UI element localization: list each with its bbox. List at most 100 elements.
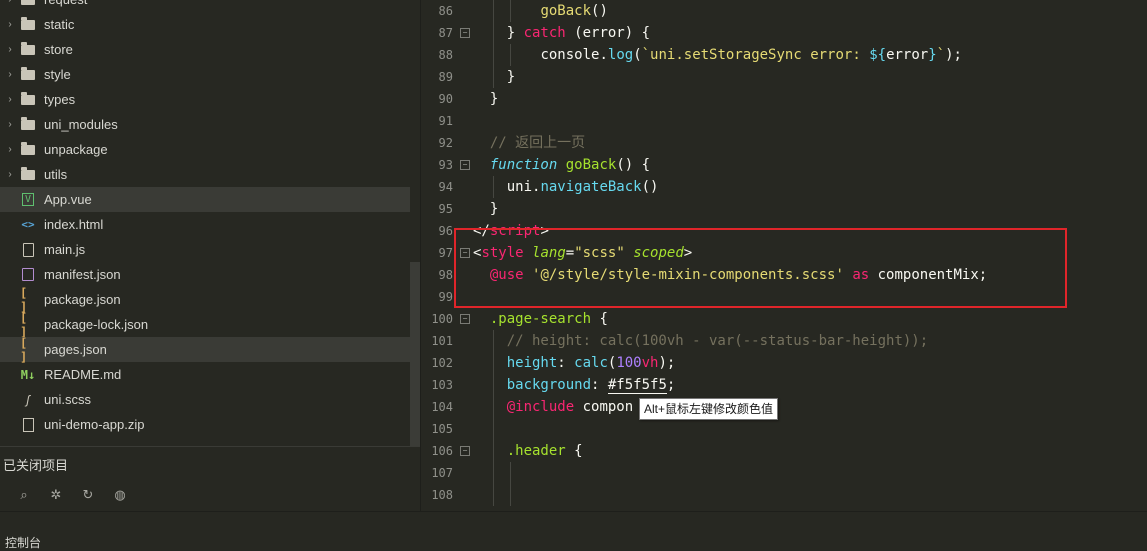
folder-item[interactable]: › uni_modules [0, 112, 410, 137]
code-line[interactable]: 95} [421, 198, 1147, 220]
code-line[interactable]: 104@include compon ); [421, 396, 1147, 418]
code-line[interactable]: 100− .page-search { [421, 308, 1147, 330]
line-number: 93 [438, 158, 453, 172]
line-number: 104 [431, 400, 453, 414]
code-line[interactable]: 93− function goBack() { [421, 154, 1147, 176]
fold-toggle-icon[interactable]: − [460, 160, 470, 170]
fold-toggle-icon[interactable]: − [460, 28, 470, 38]
folder-item[interactable]: › static [0, 12, 410, 37]
chevron-right-icon[interactable]: › [5, 69, 15, 80]
binoculars-icon[interactable]: ⌕ [16, 487, 32, 503]
fold-toggle-icon[interactable]: − [460, 446, 470, 456]
code-text: // 返回上一页 [490, 132, 585, 154]
chevron-right-icon[interactable]: › [5, 44, 15, 55]
code-token: .page-search [489, 311, 592, 327]
file-item[interactable]: [ ] package.json [0, 285, 410, 314]
file-item[interactable]: ʃ uni.scss [0, 387, 410, 412]
code-text: } catch (error) { [507, 22, 650, 44]
tree-item-label: App.vue [44, 192, 92, 207]
vue-file-icon-glyph: V [22, 193, 34, 206]
tree-item-label: package.json [44, 292, 121, 307]
file-item[interactable]: <> index.html [0, 212, 410, 237]
refresh-bug-icon[interactable]: ↻ [80, 487, 96, 503]
line-number: 90 [438, 92, 453, 106]
folder-icon [20, 66, 36, 82]
file-item[interactable]: uni-demo-app.zip [0, 412, 410, 437]
code-text: // height: calc(100vh - var(--status-bar… [507, 330, 928, 352]
chevron-right-icon[interactable]: › [5, 0, 15, 5]
chevron-right-icon[interactable]: › [5, 169, 15, 180]
console-label[interactable]: 控制台 [5, 534, 41, 551]
chevron-right-icon[interactable]: › [5, 119, 15, 130]
code-token: } [506, 25, 524, 41]
folder-icon-glyph [21, 166, 35, 180]
code-token: function [489, 157, 558, 173]
code-token: console [540, 47, 600, 63]
sidebar-scrollbar[interactable] [410, 262, 420, 447]
code-line[interactable]: 107 [421, 462, 1147, 484]
indent-guide [493, 418, 494, 440]
line-number: 102 [431, 356, 453, 370]
brackets-file-icon-glyph: [ ] [20, 310, 27, 339]
file-item[interactable]: [ ] pages.json [0, 336, 410, 364]
code-line[interactable]: 108 [421, 484, 1147, 506]
line-number: 94 [438, 180, 453, 194]
code-line[interactable]: 89} [421, 66, 1147, 88]
code-token: } [489, 201, 499, 217]
folder-item[interactable]: › store [0, 37, 410, 62]
code-token: @include [506, 399, 575, 415]
folder-item[interactable]: › style [0, 62, 410, 87]
code-token: : [591, 377, 608, 393]
folder-icon-glyph [21, 66, 35, 80]
tree-item-label: main.js [44, 242, 86, 257]
file-item[interactable]: V App.vue [0, 187, 410, 212]
brackets-file-icon-glyph: [ ] [20, 285, 27, 314]
code-token: error [886, 47, 929, 63]
code-line[interactable]: 106− .header { [421, 440, 1147, 462]
bug-icon[interactable]: ✲ [48, 487, 64, 503]
code-line[interactable]: 94 uni.navigateBack() [421, 176, 1147, 198]
code-text: console.log(`uni.setStorageSync error: $… [540, 44, 962, 66]
fold-toggle-icon[interactable]: − [460, 314, 470, 324]
file-item[interactable]: main.js [0, 237, 410, 262]
code-token: // height: calc(100vh - var(--status-bar… [506, 333, 929, 349]
folder-item[interactable]: › unpackage [0, 137, 410, 162]
code-line[interactable]: 90} [421, 88, 1147, 110]
file-item[interactable]: M↓ README.md [0, 362, 410, 387]
chevron-right-icon[interactable]: › [5, 19, 15, 30]
code-line[interactable]: 105 [421, 418, 1147, 440]
folder-icon [20, 41, 36, 57]
code-line[interactable]: 92 // 返回上一页 [421, 132, 1147, 154]
code-text: } [507, 66, 515, 88]
highlight-annotation-box [454, 228, 1067, 308]
tree-item-label: store [44, 42, 73, 57]
folder-item[interactable]: › utils [0, 162, 410, 187]
code-token: ${ [869, 47, 887, 63]
code-token: uni [506, 179, 533, 195]
code-line[interactable]: 102 height: calc(100vh); [421, 352, 1147, 374]
chevron-right-icon[interactable]: › [5, 144, 15, 155]
tree-item-label: uni.scss [44, 392, 91, 407]
code-line[interactable]: 103 background: #f5f5f5; [421, 374, 1147, 396]
js-file-icon-glyph [22, 242, 34, 257]
folder-item[interactable]: › request [0, 0, 410, 12]
code-line[interactable]: 101 // height: calc(100vh - var(--status-… [421, 330, 1147, 352]
line-number: 88 [438, 48, 453, 62]
zip-file-icon-glyph [22, 417, 34, 432]
file-item[interactable]: manifest.json [0, 262, 410, 287]
folder-icon [20, 91, 36, 107]
code-token: : [557, 355, 575, 371]
code-line[interactable]: 91 [421, 110, 1147, 132]
tree-item-label: pages.json [44, 342, 107, 357]
closed-projects-title[interactable]: 已关闭项目 [3, 455, 68, 474]
tree-item-label: unpackage [44, 142, 108, 157]
code-line[interactable]: 87−} catch (error) { [421, 22, 1147, 44]
code-token: background [506, 377, 592, 393]
chevron-right-icon[interactable]: › [5, 94, 15, 105]
folder-item[interactable]: › types [0, 87, 410, 112]
code-line[interactable]: 88 console.log(`uni.setStorageSync error:… [421, 44, 1147, 66]
code-line[interactable]: 86 goBack() [421, 0, 1147, 22]
file-item[interactable]: [ ] package-lock.json [0, 310, 410, 339]
globe-icon[interactable]: ◍ [112, 487, 128, 503]
